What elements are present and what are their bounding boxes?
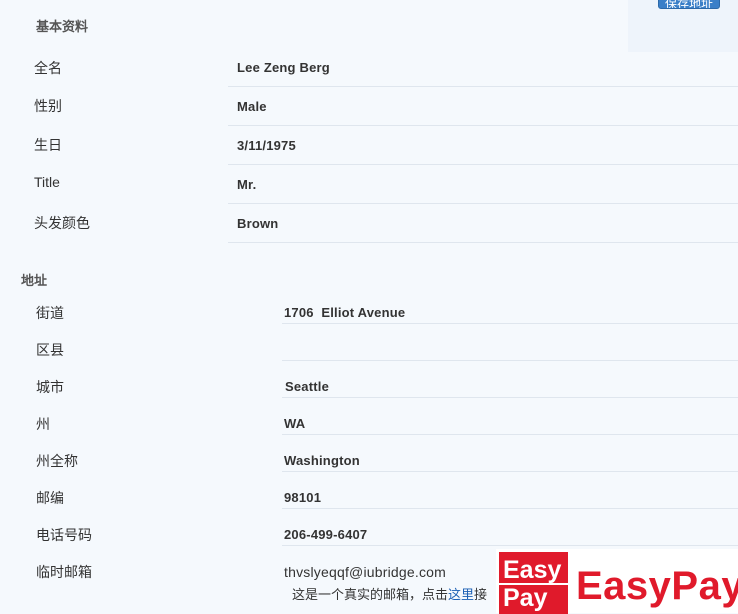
label-phone: 电话号码 — [36, 527, 92, 543]
label-district: 区县 — [36, 342, 64, 358]
label-zip: 邮编 — [36, 490, 64, 506]
easypay-logo: Easy Pay — [499, 552, 568, 614]
label-hair-color: 头发颜色 — [34, 215, 90, 231]
value-hair-color: Brown — [237, 216, 279, 231]
value-birthday: 3/11/1975 — [237, 138, 296, 153]
row-divider — [228, 203, 738, 204]
value-full-name: Lee Zeng Berg — [237, 60, 330, 75]
label-city: 城市 — [36, 379, 64, 395]
value-city: Seattle — [285, 379, 330, 394]
easypay-ad[interactable]: Easy Pay EasyPay — [496, 549, 738, 614]
email-here-link[interactable]: 这里 — [448, 587, 474, 602]
row-divider — [228, 164, 738, 165]
label-state: 州 — [36, 416, 50, 432]
row-divider — [228, 242, 738, 243]
section-title-basic: 基本资料 — [36, 19, 89, 34]
section-title-address: 地址 — [21, 273, 48, 288]
value-temp-email[interactable]: thvslyeqqf@iubridge.com — [284, 564, 446, 580]
value-state: WA — [284, 416, 306, 431]
value-title: Mr. — [237, 177, 257, 192]
label-title: Title — [34, 174, 60, 190]
label-gender: 性别 — [34, 98, 62, 114]
row-divider — [282, 397, 738, 398]
logo-line-1: Easy — [503, 556, 562, 584]
save-address-button[interactable]: 保存地址 — [658, 0, 720, 9]
easypay-wordmark: EasyPay — [576, 564, 738, 608]
row-divider — [282, 471, 738, 472]
row-divider — [282, 323, 738, 324]
label-temp-email: 临时邮箱 — [36, 564, 92, 580]
value-gender: Male — [237, 99, 267, 114]
row-divider — [282, 545, 738, 546]
row-divider — [282, 360, 738, 361]
row-divider — [228, 86, 738, 87]
label-birthday: 生日 — [34, 137, 62, 153]
value-zip: 98101 — [284, 490, 322, 505]
label-street: 街道 — [36, 305, 64, 321]
email-note-text: 这是一个真实的邮箱，点击 — [292, 587, 449, 602]
email-note: 这是一个真实的邮箱，点击这里接 — [292, 584, 487, 603]
value-street: 1706 Elliot Avenue — [284, 305, 406, 320]
label-state-full: 州全称 — [36, 453, 78, 469]
row-divider — [228, 125, 738, 126]
row-divider — [282, 434, 738, 435]
row-divider — [282, 508, 738, 509]
value-state-full: Washington — [284, 453, 360, 468]
label-full-name: 全名 — [34, 60, 62, 76]
email-note-tail: 接 — [474, 587, 488, 602]
value-phone: 206-499-6407 — [284, 527, 368, 542]
logo-line-2: Pay — [503, 584, 548, 612]
